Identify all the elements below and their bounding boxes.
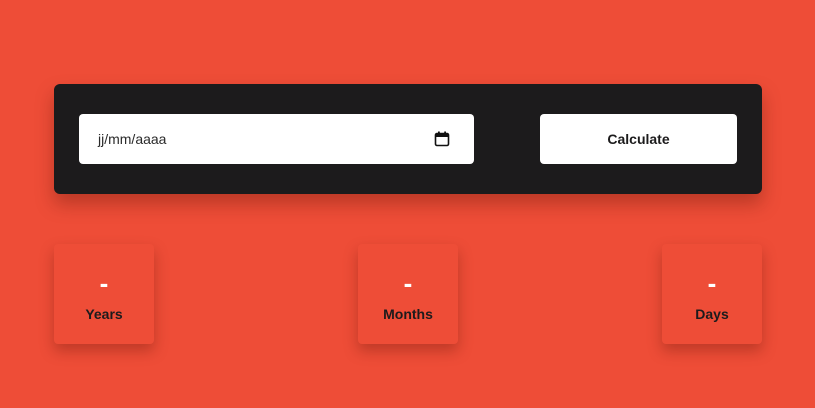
months-value: - bbox=[403, 268, 413, 298]
years-value: - bbox=[99, 268, 109, 298]
months-label: Months bbox=[383, 306, 433, 322]
date-form-panel: jj/mm/aaaa Calculate bbox=[54, 84, 762, 194]
days-value: - bbox=[707, 268, 717, 298]
calendar-icon[interactable] bbox=[434, 131, 450, 147]
months-result-card: - Months bbox=[358, 244, 458, 344]
years-label: Years bbox=[85, 306, 123, 322]
days-label: Days bbox=[695, 306, 729, 322]
days-result-card: - Days bbox=[662, 244, 762, 344]
years-result-card: - Years bbox=[54, 244, 154, 344]
calculate-button[interactable]: Calculate bbox=[540, 114, 737, 164]
date-placeholder: jj/mm/aaaa bbox=[98, 131, 167, 147]
birthdate-input[interactable]: jj/mm/aaaa bbox=[79, 114, 474, 164]
